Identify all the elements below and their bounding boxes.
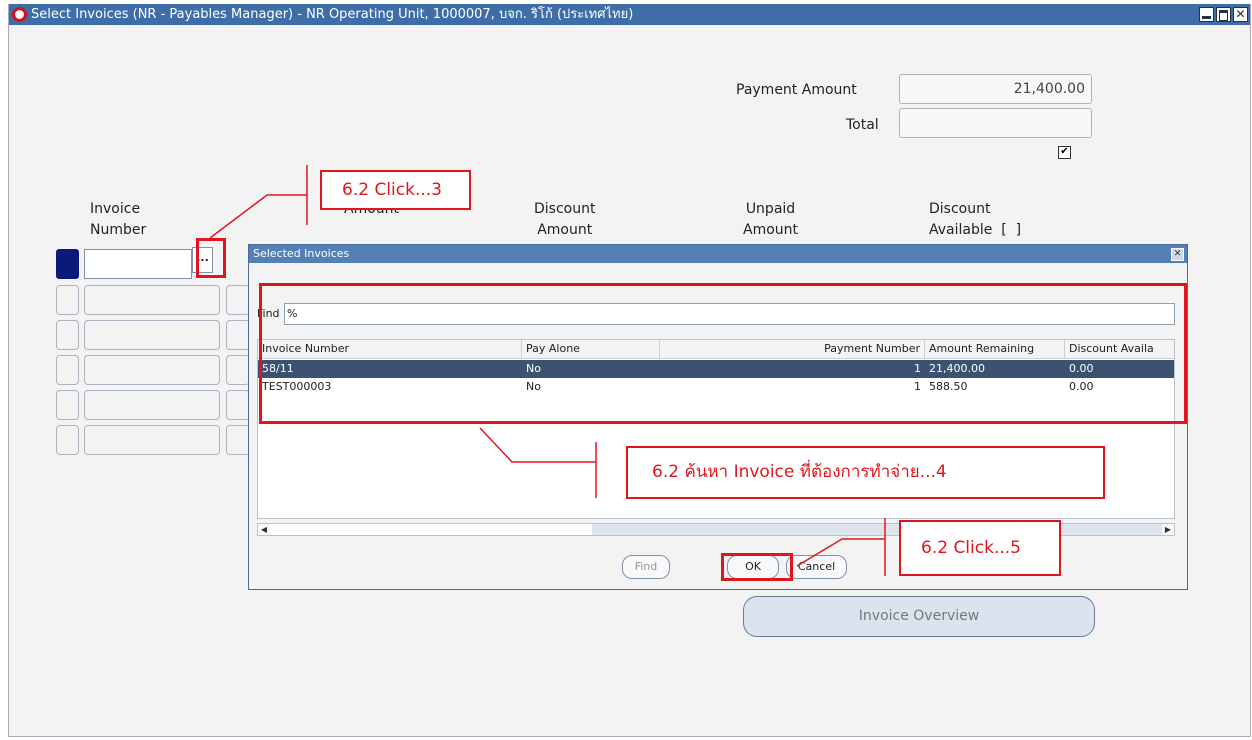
minimize-icon[interactable] bbox=[1199, 7, 1214, 22]
cancel-button[interactable]: Cancel bbox=[786, 555, 847, 579]
select-checkbox[interactable]: ✔ bbox=[1058, 146, 1071, 159]
invoice-number-cell[interactable] bbox=[84, 320, 220, 350]
header-line2: Available [ ] bbox=[929, 222, 1022, 238]
callout-click5: 6.2 Click...5 bbox=[899, 520, 1061, 576]
header-invoice-number: Invoice Number bbox=[90, 199, 146, 241]
invoice-number-cell[interactable] bbox=[84, 425, 220, 455]
amount-cell[interactable] bbox=[226, 425, 250, 455]
total-label: Total bbox=[846, 117, 879, 133]
amount-cell[interactable] bbox=[226, 390, 250, 420]
row-indicator[interactable] bbox=[56, 355, 79, 385]
header-discount-available: Discount Available [ ] bbox=[929, 199, 1021, 241]
highlight-invoice-list bbox=[259, 283, 1187, 424]
highlight-ok-button bbox=[721, 553, 793, 581]
row-indicator[interactable] bbox=[56, 320, 79, 350]
amount-cell[interactable] bbox=[226, 285, 250, 315]
header-discount-amount: Discount Amount bbox=[534, 199, 595, 241]
header-line1: Invoice bbox=[90, 201, 141, 217]
callout-search4: 6.2 ค้นหา Invoice ที่ต้องการทำจ่าย...4 bbox=[626, 446, 1105, 499]
invoice-overview-button[interactable]: Invoice Overview bbox=[743, 596, 1095, 637]
invoice-number-cell[interactable] bbox=[84, 390, 220, 420]
scroll-right-icon[interactable]: ▶ bbox=[1162, 524, 1174, 535]
dialog-close-icon[interactable]: ✕ bbox=[1171, 248, 1184, 261]
total-field[interactable] bbox=[899, 108, 1092, 138]
row-indicator[interactable] bbox=[56, 425, 79, 455]
dialog-title: Selected Invoices bbox=[253, 247, 350, 260]
invoice-number-input[interactable] bbox=[84, 249, 192, 279]
header-line1: Discount bbox=[929, 201, 991, 217]
header-line1: Discount bbox=[534, 201, 596, 217]
scroll-left-icon[interactable]: ◀ bbox=[258, 524, 270, 535]
header-line2: Amount bbox=[537, 222, 593, 238]
close-icon[interactable]: ✕ bbox=[1233, 7, 1248, 22]
scroll-thumb[interactable] bbox=[270, 524, 592, 535]
dialog-title-bar: Selected Invoices ✕ bbox=[249, 245, 1187, 263]
row-indicator[interactable] bbox=[56, 390, 79, 420]
row-indicator[interactable] bbox=[56, 285, 79, 315]
header-line2: Amount bbox=[743, 222, 799, 238]
highlight-list-of-values bbox=[196, 238, 226, 278]
header-line2: Number bbox=[90, 222, 147, 238]
window-title: Select Invoices (NR - Payables Manager) … bbox=[31, 7, 634, 22]
find-button[interactable]: Find bbox=[622, 555, 670, 579]
payment-amount-field[interactable]: 21,400.00 bbox=[899, 74, 1092, 104]
amount-cell[interactable] bbox=[226, 320, 250, 350]
oracle-logo-icon bbox=[12, 7, 27, 22]
invoice-number-cell[interactable] bbox=[84, 285, 220, 315]
header-line1: Unpaid bbox=[745, 201, 796, 217]
amount-cell[interactable] bbox=[226, 355, 250, 385]
header-unpaid-amount: Unpaid Amount bbox=[743, 199, 798, 241]
maximize-icon[interactable] bbox=[1216, 7, 1231, 22]
title-bar: Select Invoices (NR - Payables Manager) … bbox=[9, 4, 1250, 25]
payment-amount-label: Payment Amount bbox=[736, 82, 857, 98]
row-indicator-active[interactable] bbox=[56, 249, 79, 279]
invoice-number-cell[interactable] bbox=[84, 355, 220, 385]
callout-click3: 6.2 Click...3 bbox=[320, 170, 471, 210]
